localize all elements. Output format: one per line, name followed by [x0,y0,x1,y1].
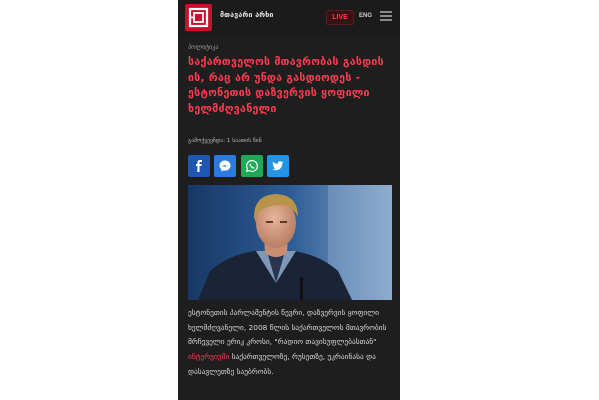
language-switch[interactable]: ENG [359,13,372,19]
article-photo[interactable] [188,185,392,300]
article-body: ესტონეთის პარლამენტის წევრი, დაზვერვის ყ… [188,306,393,380]
article-category[interactable]: პოლიტიკა [188,44,218,51]
live-button[interactable]: LIVE [326,10,354,25]
share-facebook-button[interactable] [188,155,210,177]
twitter-icon [272,161,284,171]
share-whatsapp-button[interactable] [241,155,263,177]
whatsapp-icon [246,160,258,172]
share-messenger-button[interactable] [214,155,236,177]
facebook-icon [196,160,202,172]
share-twitter-button[interactable] [267,155,289,177]
article-headline: საქართველოს მთავრობას გასდის ის, რაც არ … [188,56,384,115]
brand-name[interactable]: მთავარი არხი [220,11,274,19]
article-date: გამოქვეყნდა: 1 საათის წინ [188,138,262,144]
mtavari-logo-icon[interactable] [185,4,212,31]
top-bar: მთავარი არხი LIVE ENG [178,0,400,36]
hamburger-menu-icon[interactable] [380,11,392,21]
mobile-viewport: მთავარი არხი LIVE ENG პოლიტიკა საქართველ… [178,0,400,400]
messenger-icon [219,160,231,172]
body-text-start: ესტონეთის პარლამენტის წევრი, დაზვერვის ყ… [188,308,387,347]
interview-link[interactable]: ინტერვიუში [188,352,229,361]
